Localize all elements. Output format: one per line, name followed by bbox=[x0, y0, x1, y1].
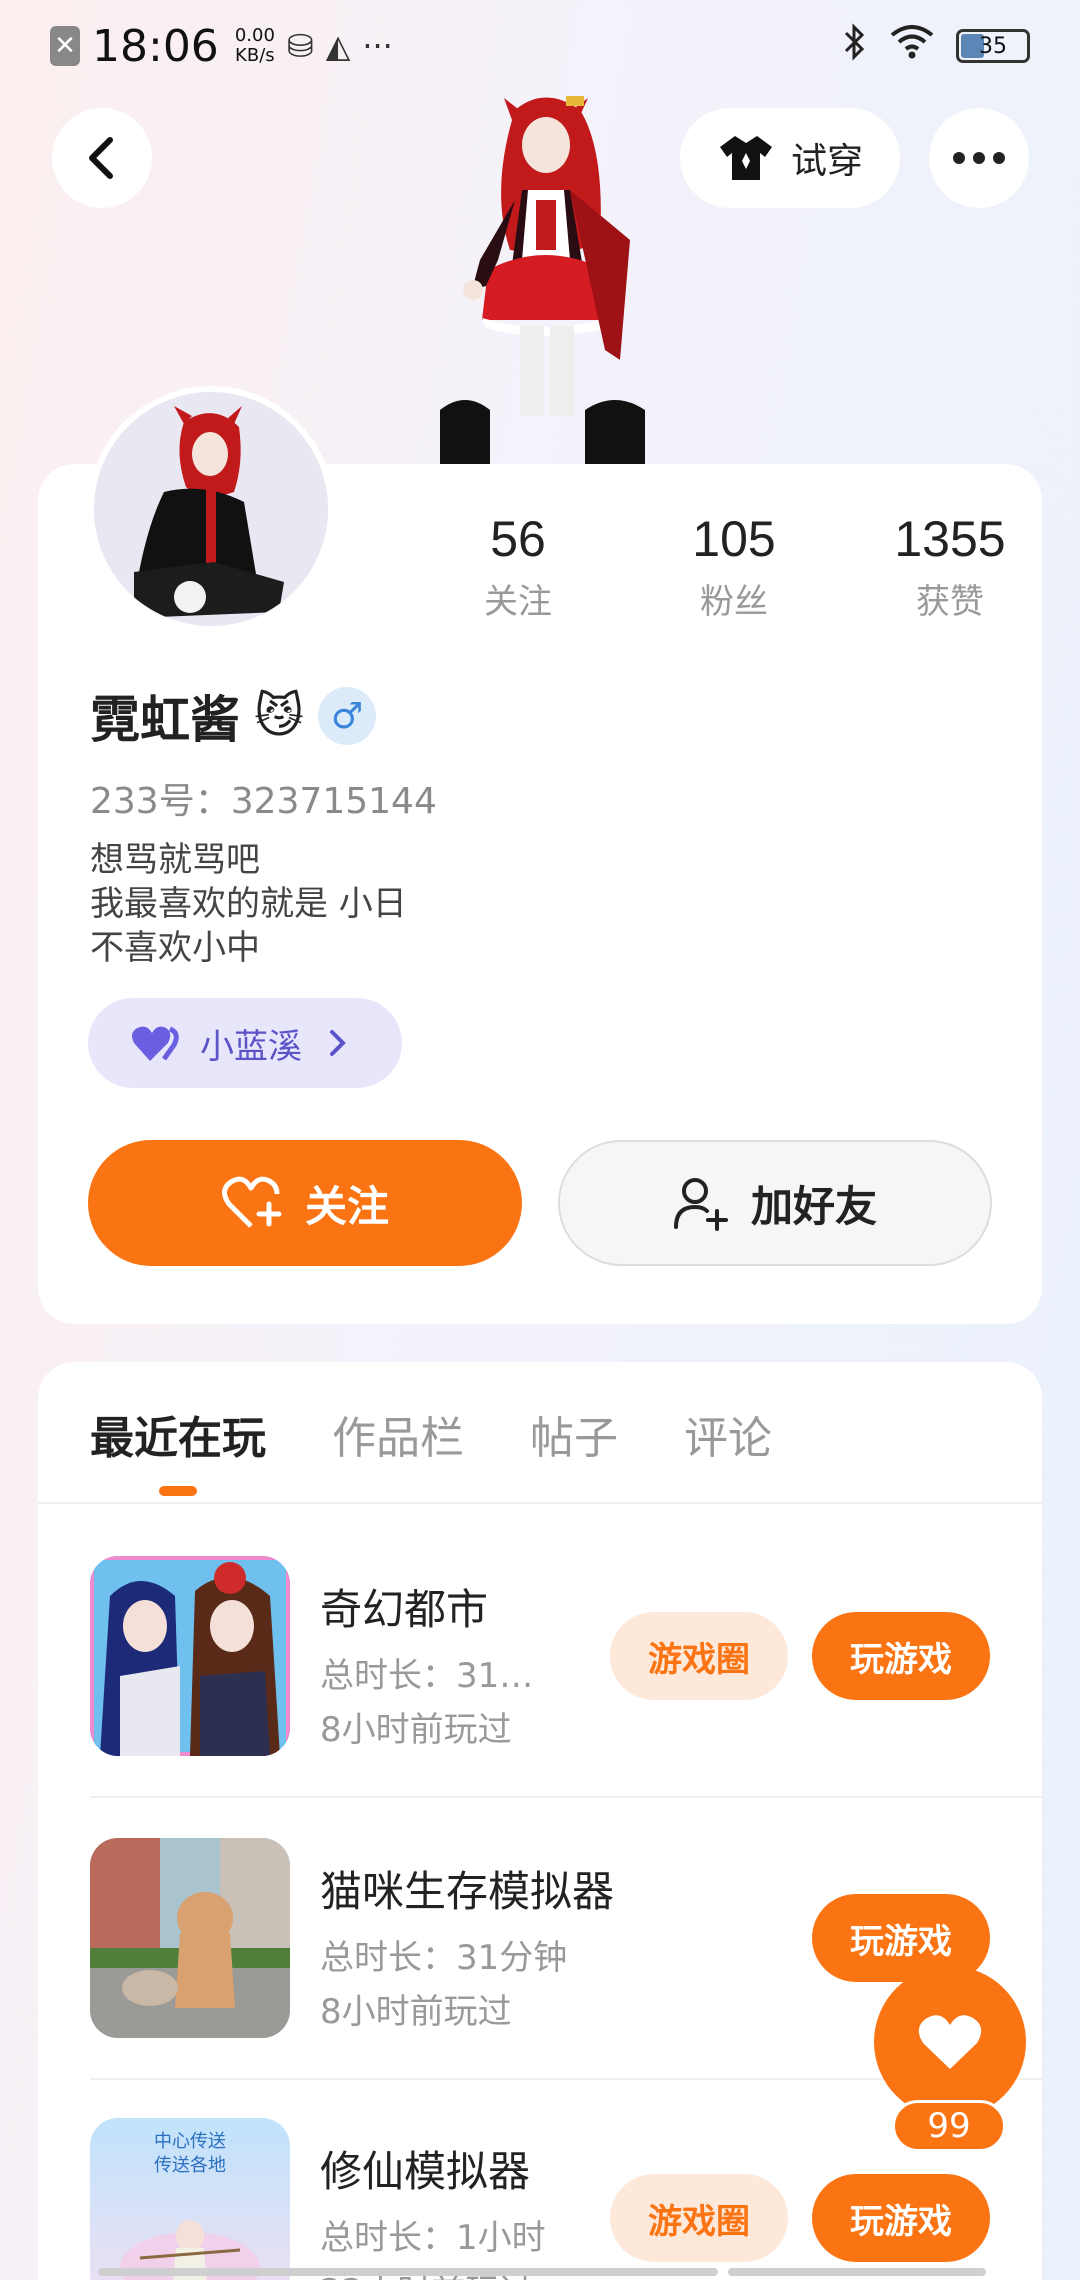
like-count-badge: 99 bbox=[892, 2100, 1006, 2152]
stat-followers[interactable]: 105 粉丝 bbox=[626, 510, 842, 623]
bio-line: 我最喜欢的就是 小日 bbox=[90, 884, 407, 924]
wifi-icon bbox=[890, 25, 934, 67]
game-name: 猫咪生存模拟器 bbox=[320, 1867, 615, 1916]
add-person-icon bbox=[673, 1178, 728, 1231]
tab-comments[interactable]: 评论 bbox=[684, 1402, 772, 1496]
network-speed: 0.00 KB/s bbox=[234, 25, 275, 66]
more-dots-icon bbox=[953, 152, 1005, 164]
try-on-label: 试穿 bbox=[790, 141, 863, 182]
game-circle-button[interactable]: 游戏圈 bbox=[610, 2174, 788, 2262]
game-thumbnail[interactable] bbox=[90, 1556, 290, 1756]
profile-tabs: 最近在玩 作品栏 帖子 评论 bbox=[90, 1402, 772, 1496]
shirt-icon bbox=[719, 136, 772, 180]
male-gender-icon: ♂ bbox=[318, 687, 377, 745]
bio-line: 想骂就骂吧 bbox=[90, 840, 260, 880]
game-name: 修仙模拟器 bbox=[320, 2147, 531, 2196]
bluetooth-icon bbox=[842, 23, 868, 69]
avatar-image bbox=[94, 392, 328, 626]
like-fab-button[interactable] bbox=[874, 1966, 1026, 2118]
games-card: 最近在玩 作品栏 帖子 评论 奇幻都市 总时长：31… 8小时前玩过 游戏圈 玩… bbox=[38, 1362, 1042, 2280]
heart-plus-icon bbox=[221, 1176, 282, 1228]
chevron-right-icon bbox=[330, 1030, 346, 1056]
tag-pill[interactable]: 小蓝溪 bbox=[88, 998, 402, 1088]
scroll-indicator bbox=[98, 2268, 718, 2276]
game-duration: 总时长：31… bbox=[320, 1656, 534, 1696]
more-status-icon: ··· bbox=[362, 27, 393, 65]
signal-icon: ◭ bbox=[325, 27, 351, 65]
profile-stats: 56 关注 105 粉丝 1355 获赞 bbox=[410, 510, 1058, 623]
game-name: 奇幻都市 bbox=[320, 1585, 489, 1634]
game-duration: 总时长：1小时 bbox=[320, 2218, 546, 2258]
back-button[interactable] bbox=[52, 108, 152, 208]
status-time: 18:06 bbox=[92, 20, 219, 72]
data-icon: ⛁ bbox=[286, 27, 314, 65]
game-row[interactable]: 奇幻都市 总时长：31… 8小时前玩过 游戏圈 玩游戏 bbox=[90, 1556, 990, 1756]
stat-value: 105 bbox=[692, 511, 776, 567]
stat-likes[interactable]: 1355 获赞 bbox=[842, 510, 1058, 623]
stat-label: 关注 bbox=[484, 582, 552, 622]
avatar-figure bbox=[440, 96, 645, 470]
cat-emoji: 😼 bbox=[254, 688, 305, 744]
game-row[interactable]: 猫咪生存模拟器 总时长：31分钟 8小时前玩过 玩游戏 bbox=[90, 1838, 990, 2038]
game-last-played: 8小时前玩过 bbox=[320, 1710, 512, 1750]
bio-line: 不喜欢小中 bbox=[90, 928, 260, 968]
stat-label: 获赞 bbox=[916, 582, 984, 622]
scroll-indicator bbox=[728, 2268, 986, 2276]
add-friend-button[interactable]: 加好友 bbox=[558, 1140, 992, 1266]
play-game-button[interactable]: 玩游戏 bbox=[812, 1612, 990, 1700]
game-row[interactable]: 中心传送 传送各地 修仙模拟器 总时长：1小时 22小时前玩过 游戏圈 玩游戏 bbox=[90, 2118, 990, 2280]
stat-value: 1355 bbox=[894, 511, 1006, 567]
user-name: 霓虹酱 bbox=[90, 691, 240, 749]
game-last-played: 8小时前玩过 bbox=[320, 1992, 512, 2032]
heart-tag-icon bbox=[132, 1026, 179, 1061]
more-button[interactable] bbox=[929, 108, 1029, 208]
notification-icon: ✕ bbox=[50, 26, 80, 66]
tag-label: 小蓝溪 bbox=[200, 1026, 302, 1067]
name-row: 霓虹酱 😼 ♂ bbox=[90, 680, 377, 752]
game-thumbnail[interactable] bbox=[90, 1838, 290, 2038]
status-bar: ✕ 18:06 0.00 KB/s ⛁ ◭ ··· 35 bbox=[0, 0, 1080, 92]
follow-button[interactable]: 关注 bbox=[88, 1140, 522, 1266]
game-thumbnail[interactable]: 中心传送 传送各地 bbox=[90, 2118, 290, 2280]
game-duration: 总时长：31分钟 bbox=[320, 1938, 568, 1978]
game-circle-button[interactable]: 游戏圈 bbox=[610, 1612, 788, 1700]
tab-divider bbox=[38, 1502, 1042, 1504]
try-on-button[interactable]: 试穿 bbox=[680, 108, 900, 208]
tab-works[interactable]: 作品栏 bbox=[332, 1402, 464, 1496]
row-divider bbox=[90, 1796, 1042, 1798]
tab-recently-played[interactable]: 最近在玩 bbox=[90, 1402, 266, 1496]
stat-following[interactable]: 56 关注 bbox=[410, 510, 626, 623]
battery-icon: 35 bbox=[956, 29, 1030, 63]
avatar[interactable] bbox=[88, 386, 334, 632]
add-friend-label: 加好友 bbox=[750, 1181, 877, 1231]
back-arrow-icon bbox=[89, 137, 113, 179]
user-id: 233号：323715144 bbox=[90, 781, 437, 822]
bio: 想骂就骂吧 我最喜欢的就是 小日 不喜欢小中 bbox=[90, 838, 407, 970]
stat-value: 56 bbox=[490, 511, 546, 567]
tab-posts[interactable]: 帖子 bbox=[530, 1402, 618, 1496]
play-game-button[interactable]: 玩游戏 bbox=[812, 2174, 990, 2262]
stat-label: 粉丝 bbox=[700, 582, 768, 622]
follow-label: 关注 bbox=[304, 1181, 389, 1231]
heart-icon bbox=[918, 2015, 982, 2069]
